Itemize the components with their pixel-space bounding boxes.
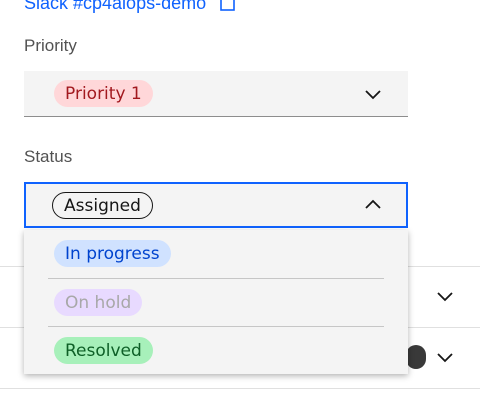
chevron-up-icon[interactable] <box>364 196 382 214</box>
status-selected-tag: Assigned <box>52 192 153 219</box>
slack-channel-link-text[interactable]: Slack #cp4aiops-demo <box>24 0 206 14</box>
copy-icon[interactable] <box>220 0 236 11</box>
status-option-tag: On hold <box>54 289 143 316</box>
status-dropdown[interactable]: Assigned <box>24 182 408 228</box>
chevron-down-icon[interactable] <box>364 85 382 103</box>
priority-dropdown[interactable]: Priority 1 <box>24 71 408 117</box>
incident-details-panel: Slack #cp4aiops-demo Priority Priority 1… <box>0 0 504 402</box>
status-options-menu: In progress On hold Resolved <box>24 230 408 374</box>
row-divider <box>0 388 480 389</box>
chevron-down-icon[interactable] <box>436 287 454 305</box>
priority-label: Priority <box>24 36 77 55</box>
chevron-down-icon[interactable] <box>436 348 454 366</box>
priority-tag: Priority 1 <box>54 80 153 107</box>
status-option-tag: Resolved <box>54 337 153 364</box>
slack-channel-link[interactable]: Slack #cp4aiops-demo <box>24 0 236 15</box>
status-option-tag: In progress <box>54 240 171 267</box>
status-option-in-progress[interactable]: In progress <box>48 230 384 278</box>
status-option-on-hold: On hold <box>48 278 384 327</box>
status-option-resolved[interactable]: Resolved <box>48 326 384 375</box>
status-label: Status <box>24 147 73 166</box>
avatar <box>406 345 426 369</box>
